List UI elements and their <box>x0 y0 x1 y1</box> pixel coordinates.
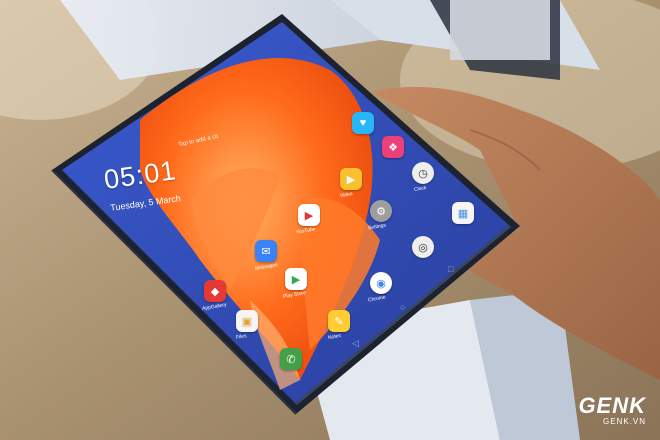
phone-icon: ✆ <box>286 353 296 366</box>
appgallery-icon: ◆ <box>210 285 220 298</box>
watermark-brand: GENK <box>578 393 646 418</box>
background-photo <box>0 0 660 440</box>
play-store-app[interactable]: ▶ <box>285 268 307 290</box>
notes-app[interactable]: ✎ <box>328 310 350 332</box>
youtube-icon: ▶ <box>304 209 314 222</box>
messages-icon: ✉ <box>261 245 271 258</box>
clock-app[interactable]: ◷ <box>412 162 434 184</box>
health-app[interactable]: ♥ <box>352 112 374 134</box>
play-store-icon: ▶ <box>291 273 301 286</box>
settings-icon: ⚙ <box>376 205 386 218</box>
clock-icon: ◷ <box>418 167 428 180</box>
video-icon: ▶ <box>346 173 356 186</box>
messages-app[interactable]: ✉ <box>255 240 277 262</box>
home-nav-icon[interactable]: ○ <box>400 302 405 312</box>
recents-nav-icon[interactable]: □ <box>448 264 453 274</box>
photo-scene: Tap to add a cit 05:01 Tuesday, 5 March … <box>0 0 660 440</box>
back-nav-icon[interactable]: ◁ <box>352 338 359 349</box>
themes-app[interactable]: ❖ <box>382 136 404 158</box>
files-app[interactable]: ▣ <box>236 310 258 332</box>
chrome-app[interactable]: ◉ <box>370 272 392 294</box>
themes-icon: ❖ <box>388 141 398 154</box>
health-icon: ♥ <box>359 117 367 129</box>
camera-icon: ◎ <box>418 241 428 254</box>
chrome-icon: ◉ <box>376 277 386 290</box>
gallery-icon: ▦ <box>457 207 469 220</box>
watermark: GENK GENK.VN <box>578 393 646 426</box>
video-app[interactable]: ▶ <box>340 168 362 190</box>
files-icon: ▣ <box>241 315 253 328</box>
settings-app[interactable]: ⚙ <box>370 200 392 222</box>
camera-app[interactable]: ◎ <box>412 236 434 258</box>
notes-icon: ✎ <box>334 315 344 328</box>
gallery-app[interactable]: ▦ <box>452 202 474 224</box>
phone-app[interactable]: ✆ <box>280 348 302 370</box>
appgallery-app[interactable]: ◆ <box>204 280 226 302</box>
youtube-app[interactable]: ▶ <box>298 204 320 226</box>
